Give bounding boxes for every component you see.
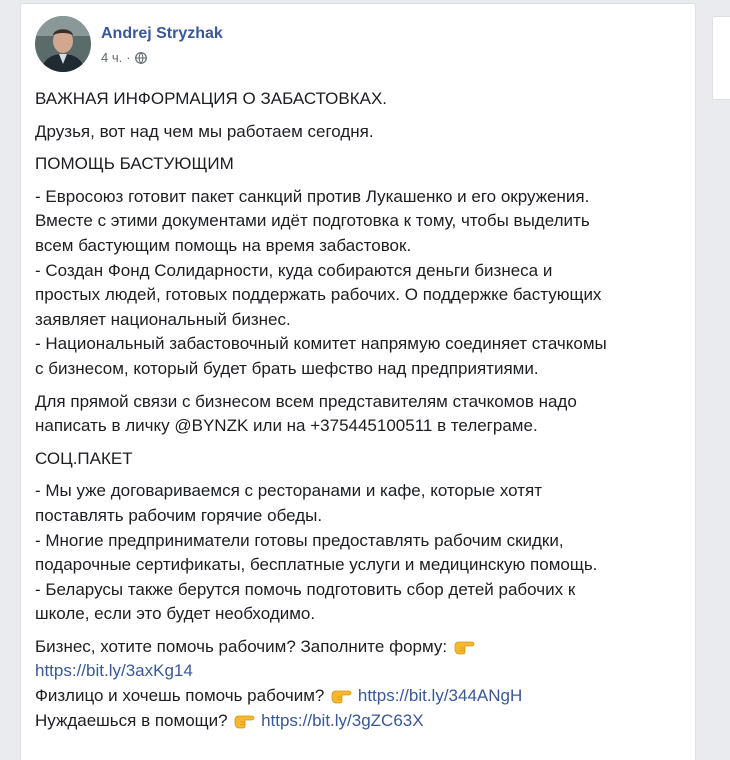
help-line: простых людей, готовых поддержать рабочи… (35, 285, 602, 305)
pointing-right-hand-icon (331, 690, 352, 704)
contact-paragraph: Для прямой связи с бизнесом всем предста… (35, 390, 685, 439)
cta-person-line: Физлицо и хочешь помочь рабочим? https:/… (35, 684, 685, 709)
author-name[interactable]: Andrej Stryzhak (101, 24, 223, 44)
post-title: ВАЖНАЯ ИНФОРМАЦИЯ О ЗАБАСТОВКАХ. (35, 89, 388, 108)
help-line: Вместе с этими документами идёт подготов… (35, 211, 590, 231)
cta-business-line: Бизнес, хотите помочь рабочим? Заполните… (35, 635, 685, 684)
cta-need-text: Нуждаешься в помощи? (35, 710, 228, 730)
post-header: Andrej Stryzhak 4 ч. · (35, 16, 223, 78)
help-paragraph: - Евросоюз готовит пакет санкций против … (35, 185, 685, 382)
cta-need-link[interactable]: https://bit.ly/3gZC63X (261, 711, 424, 730)
facebook-post: Andrej Stryzhak 4 ч. · ВАЖНАЯ ИНФОРМАЦИЯ… (20, 3, 696, 760)
social-line: - Мы уже договариваемся с ресторанами и … (35, 481, 542, 501)
pointing-right-hand-icon (454, 641, 475, 655)
post-body: ВАЖНАЯ ИНФОРМАЦИЯ О ЗАБАСТОВКАХ. Друзья,… (35, 87, 685, 741)
cta-need-line: Нуждаешься в помощи? https://bit.ly/3gZC… (35, 709, 685, 734)
cta-business-text: Бизнес, хотите помочь рабочим? Заполните… (35, 636, 448, 656)
cta-person-link[interactable]: https://bit.ly/344ANgH (358, 686, 522, 705)
post-intro: Друзья, вот над чем мы работаем сегодня. (35, 121, 374, 141)
social-line: подарочные сертификаты, бесплатные услуг… (35, 555, 598, 575)
side-card (712, 16, 730, 100)
cta-person-text: Физлицо и хочешь помочь рабочим? (35, 686, 325, 706)
contact-line: написать в личку @BYNZK или на +37544510… (35, 416, 538, 436)
avatar-photo (35, 16, 91, 72)
help-line: - Евросоюз готовит пакет санкций против … (35, 186, 590, 206)
help-line: всем бастующим помощь на время забастово… (35, 235, 412, 255)
contact-line: Для прямой связи с бизнесом всем предста… (35, 391, 577, 411)
post-meta: Andrej Stryzhak 4 ч. · (101, 16, 223, 65)
meta-separator: · (126, 50, 131, 65)
cta-paragraph: Бизнес, хотите помочь рабочим? Заполните… (35, 635, 685, 733)
post-subline: 4 ч. · (101, 51, 223, 65)
social-line: школе, если это будет необходимо. (35, 604, 316, 624)
social-paragraph: - Мы уже договариваемся с ресторанами и … (35, 479, 685, 627)
social-line: - Беларусы также берутся помочь подготов… (35, 579, 576, 599)
help-line: заявляет национальный бизнес. (35, 309, 291, 329)
author-avatar[interactable] (35, 16, 91, 72)
help-line: - Создан Фонд Солидарности, куда собираю… (35, 260, 553, 280)
social-line: поставлять рабочим горячие обеды. (35, 505, 323, 525)
help-line: с бизнесом, который будет брать шефство … (35, 358, 539, 378)
post-timestamp[interactable]: 4 ч. (101, 51, 122, 65)
help-heading: ПОМОЩЬ БАСТУЮЩИМ (35, 154, 234, 174)
help-line: - Национальный забастовочный комитет нап… (35, 334, 607, 354)
social-heading: СОЦ.ПАКЕТ (35, 448, 133, 468)
cta-business-link[interactable]: https://bit.ly/3axKg14 (35, 659, 685, 684)
globe-icon[interactable] (134, 52, 147, 64)
pointing-right-hand-icon (234, 715, 255, 729)
social-line: - Многие предприниматели готовы предоста… (35, 530, 564, 550)
